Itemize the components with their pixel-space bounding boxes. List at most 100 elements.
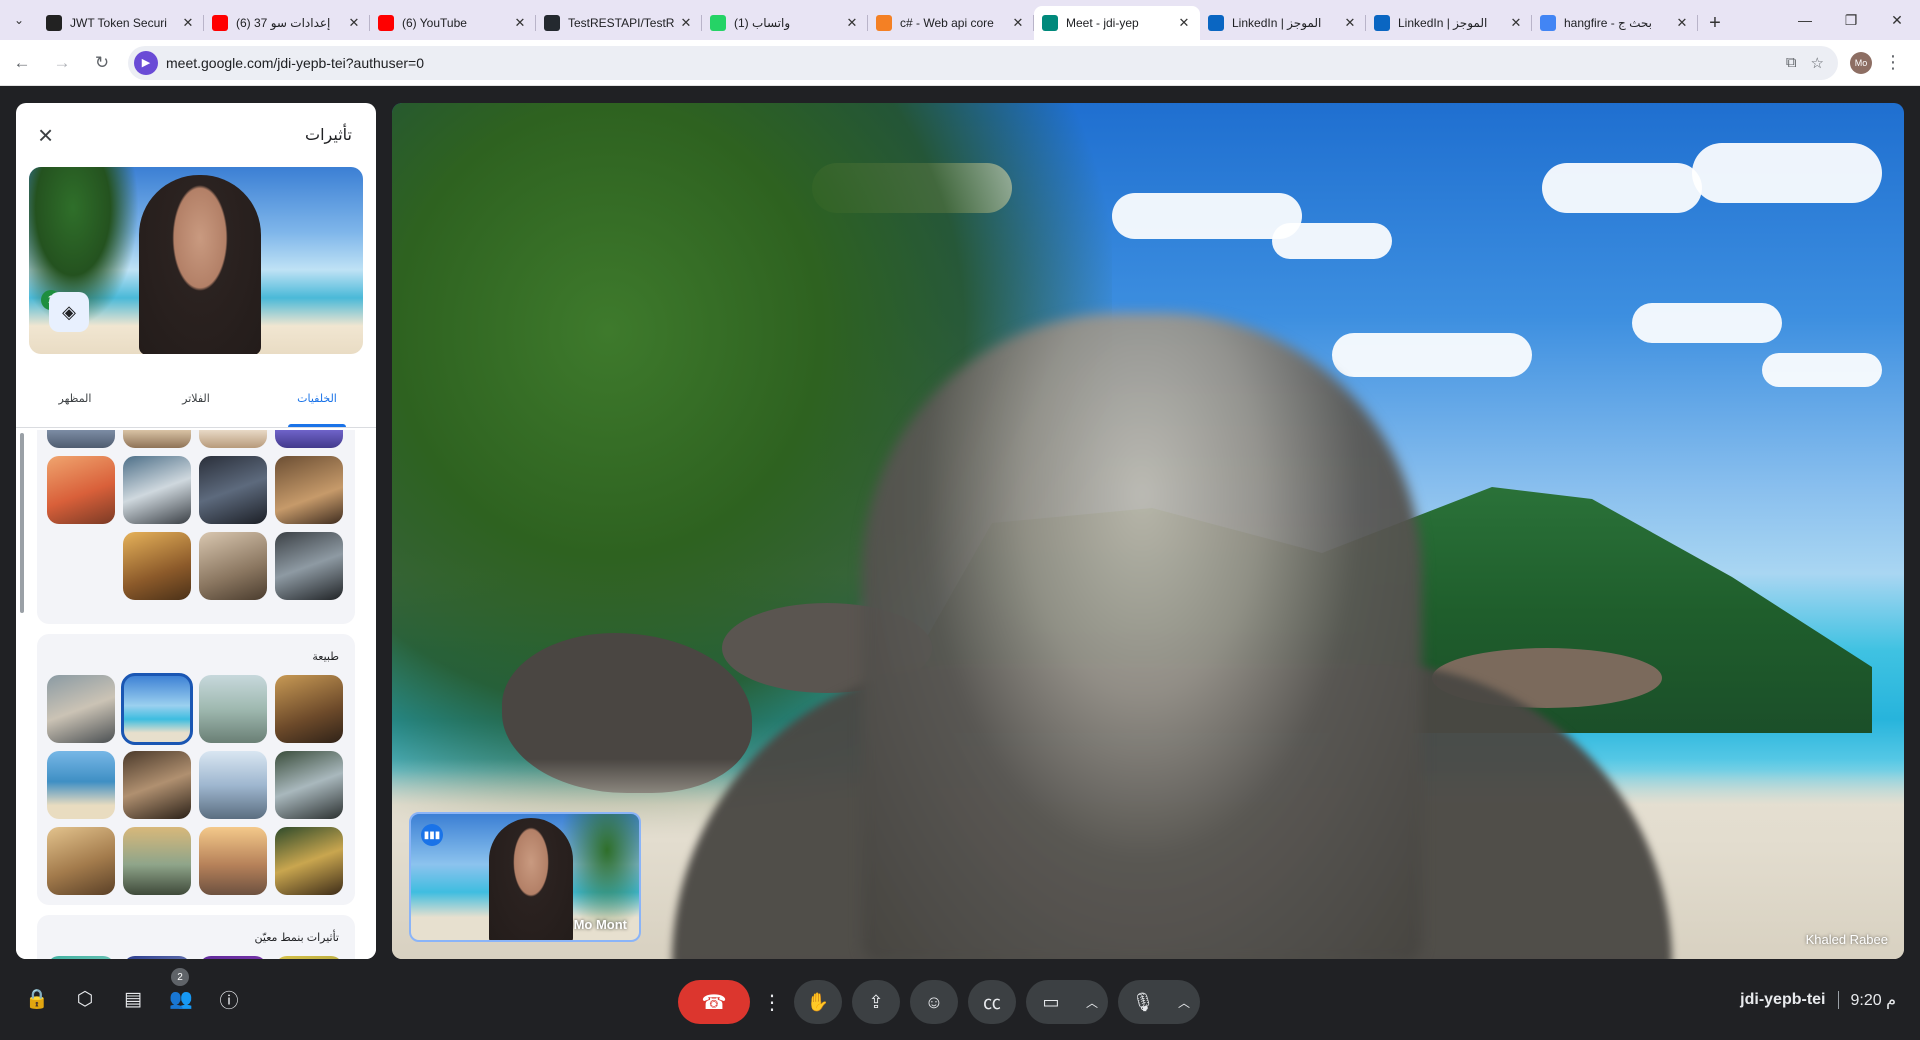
browser-tab-strip: ⌄ JWT Token Securi ✕ (6) 37 إعدادات سو ✕ (6)…: [0, 0, 1920, 40]
tab-filters[interactable]: الفلاتر: [161, 392, 231, 427]
background-thumbnail[interactable]: [123, 751, 191, 819]
background-thumbnail[interactable]: [199, 751, 267, 819]
background-thumbnail[interactable]: [47, 827, 115, 895]
url-text[interactable]: meet.google.com/jdi-yepb-tei?authuser=0: [166, 55, 1786, 71]
browser-menu-icon[interactable]: ⋮: [1878, 52, 1908, 73]
close-tab-icon[interactable]: ✕: [1342, 15, 1358, 31]
close-tab-icon[interactable]: ✕: [180, 15, 196, 31]
close-tab-icon[interactable]: ✕: [844, 15, 860, 31]
background-thumbnail[interactable]: [275, 456, 343, 524]
leave-call-button[interactable]: ☎: [678, 980, 750, 1024]
styled-heading: تأثيرات بنمط معيّن: [254, 932, 339, 944]
minimize-button[interactable]: —: [1782, 0, 1828, 40]
forward-button[interactable]: →: [44, 45, 80, 81]
background-thumbnail[interactable]: [199, 675, 267, 743]
background-thumbnail[interactable]: [275, 751, 343, 819]
browser-tab[interactable]: JWT Token Securi ✕: [38, 6, 204, 40]
browser-tab[interactable]: (1) واتساب ✕: [702, 6, 868, 40]
meet-icon: [1042, 15, 1058, 31]
translate-icon[interactable]: ⧉: [1786, 54, 1797, 72]
close-tab-icon[interactable]: ✕: [1674, 15, 1690, 31]
close-tab-icon[interactable]: ✕: [678, 15, 694, 31]
meeting-toolbar: 🔒 ⬡ ▤ 👥 2 ⓘ ☎ ⋮ ✋ ⇪ ☺ ㏄ ▭ ︿ 🎙 ︿ jdi-yepb-…: [0, 968, 1920, 1040]
browser-tab[interactable]: Meet - jdi-yep ✕: [1034, 6, 1200, 40]
mic-options-chevron-icon[interactable]: ︿: [1168, 980, 1200, 1024]
background-thumbnail[interactable]: [47, 751, 115, 819]
browser-tab[interactable]: hangfire - بحث ج ✕: [1532, 6, 1698, 40]
tab-title: Meet - jdi-yep: [1066, 16, 1139, 30]
close-tab-icon[interactable]: ✕: [346, 15, 362, 31]
cloud-shape: [1692, 143, 1882, 203]
back-button[interactable]: ←: [4, 45, 40, 81]
background-thumbnail[interactable]: [47, 456, 115, 524]
restore-button[interactable]: ❐: [1828, 0, 1874, 40]
cloud-shape: [1542, 163, 1702, 213]
background-thumbnail[interactable]: [123, 532, 191, 600]
group-interiors: [37, 430, 355, 624]
browser-tab[interactable]: (6) 37 إعدادات سو ✕: [204, 6, 370, 40]
reload-button[interactable]: ↻: [84, 45, 120, 81]
background-thumbnail[interactable]: [123, 430, 191, 448]
browser-tab[interactable]: LinkedIn | الموجز ✕: [1200, 6, 1366, 40]
youtube-icon: [212, 15, 228, 31]
effects-tabs: الخلفيات الفلاتر المظهر: [16, 354, 376, 428]
background-thumbnail[interactable]: [275, 956, 343, 959]
browser-tab[interactable]: LinkedIn | الموجز ✕: [1366, 6, 1532, 40]
profile-avatar[interactable]: Mo: [1850, 51, 1872, 74]
meeting-info-icon[interactable]: ⓘ: [216, 986, 242, 1012]
background-thumbnail-selected[interactable]: [121, 673, 193, 745]
close-tab-icon[interactable]: ✕: [1176, 15, 1192, 31]
more-options-icon[interactable]: ⋮: [760, 980, 784, 1024]
background-thumbnail[interactable]: [123, 456, 191, 524]
background-thumbnail[interactable]: [275, 532, 343, 600]
browser-tab[interactable]: (6) YouTube ✕: [370, 6, 536, 40]
background-thumbnail[interactable]: [47, 430, 115, 448]
close-tab-icon[interactable]: ✕: [512, 15, 528, 31]
background-thumbnail[interactable]: [199, 532, 267, 600]
background-thumbnail[interactable]: [123, 956, 191, 959]
microphone-button[interactable]: 🎙: [1118, 980, 1168, 1024]
tab-backgrounds[interactable]: الخلفيات: [282, 392, 352, 427]
tab-title: LinkedIn | الموجز: [1232, 16, 1322, 30]
close-window-button[interactable]: ✕: [1874, 0, 1920, 40]
browser-tab[interactable]: c# - Web api core ✕: [868, 6, 1034, 40]
background-thumbnail[interactable]: [47, 956, 115, 959]
bookmark-star-icon[interactable]: ☆: [1811, 54, 1824, 72]
camera-button[interactable]: ▭: [1026, 980, 1076, 1024]
tab-appearance[interactable]: المظهر: [40, 392, 110, 427]
browser-tab[interactable]: TestRESTAPI/TestR ✕: [536, 6, 702, 40]
background-thumbnail[interactable]: [275, 675, 343, 743]
host-controls-icon[interactable]: 🔒: [24, 986, 50, 1012]
close-tab-icon[interactable]: ✕: [1508, 15, 1524, 31]
backgrounds-list[interactable]: طبيعة تأثيرات بنمط معيّن: [16, 430, 376, 959]
background-thumbnail[interactable]: [275, 827, 343, 895]
panel-scrollbar[interactable]: [20, 433, 24, 613]
background-thumbnail[interactable]: [123, 827, 191, 895]
layers-icon[interactable]: ◈: [49, 292, 89, 332]
self-view-tile[interactable]: ▮▮▮ Mo Mont: [409, 812, 641, 942]
omnibox[interactable]: ▶ meet.google.com/jdi-yepb-tei?authuser=…: [128, 45, 1838, 80]
emoji-reactions-button[interactable]: ☺: [910, 980, 958, 1024]
chat-icon[interactable]: ▤: [120, 986, 146, 1012]
mic-control: 🎙 ︿: [1118, 980, 1200, 1024]
camera-options-chevron-icon[interactable]: ︿: [1076, 980, 1108, 1024]
tab-search-button[interactable]: ⌄: [0, 0, 38, 40]
close-tab-icon[interactable]: ✕: [1010, 15, 1026, 31]
people-icon[interactable]: 👥 2: [168, 968, 194, 1012]
background-thumbnail[interactable]: [199, 827, 267, 895]
background-thumbnail[interactable]: [275, 430, 343, 448]
new-tab-button[interactable]: +: [1698, 6, 1732, 40]
close-icon[interactable]: ×: [38, 122, 53, 148]
present-screen-button[interactable]: ⇪: [852, 980, 900, 1024]
background-thumbnail[interactable]: [199, 430, 267, 448]
background-thumbnail[interactable]: [47, 675, 115, 743]
clock-time: 9:20 م: [1850, 992, 1897, 1009]
activities-icon[interactable]: ⬡: [72, 986, 98, 1012]
site-info-icon[interactable]: ▶: [134, 50, 158, 75]
raise-hand-button[interactable]: ✋: [794, 980, 842, 1024]
background-thumbnail[interactable]: [199, 956, 267, 959]
captions-button[interactable]: ㏄: [968, 980, 1016, 1024]
tab-title: c# - Web api core: [900, 16, 994, 30]
background-thumbnail[interactable]: [199, 456, 267, 524]
group-styled: تأثيرات بنمط معيّن: [37, 915, 355, 959]
